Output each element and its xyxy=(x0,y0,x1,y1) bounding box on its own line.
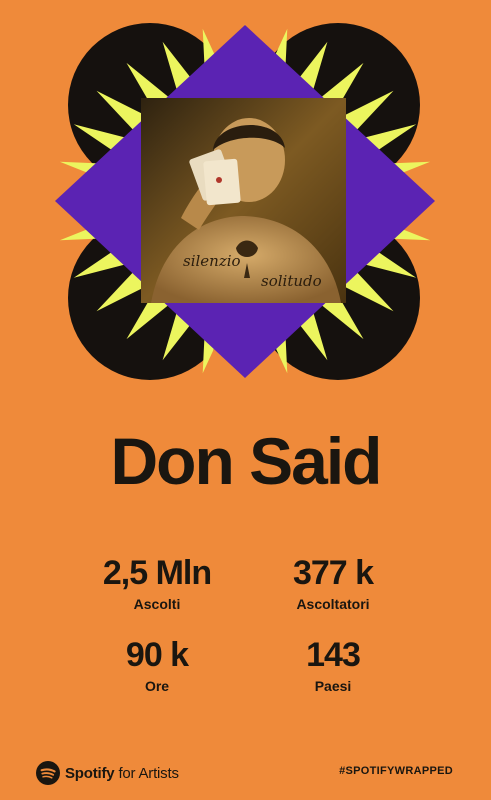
artist-name: Don Said xyxy=(110,424,382,498)
hashtag: #SPOTIFYWRAPPED xyxy=(339,765,453,777)
stat-label: Paesi xyxy=(314,678,352,694)
brand-suffix: for Artists xyxy=(118,764,179,782)
stat-listeners: 377 k Ascoltatori xyxy=(233,553,433,613)
wrapped-card: silenzio solitudo Don Said 2,5 Mln Ascol… xyxy=(0,0,491,800)
svg-text:silenzio: silenzio xyxy=(183,252,241,270)
stat-label: Ore xyxy=(144,678,170,694)
spotify-logo-icon xyxy=(36,761,60,785)
stat-streams: 2,5 Mln Ascolti xyxy=(57,553,257,613)
stat-value: 377 k xyxy=(292,554,374,592)
brand-name: Spotify xyxy=(65,764,115,782)
svg-text:solitudo: solitudo xyxy=(261,272,322,290)
stat-hours: 90 k Ore xyxy=(57,635,257,695)
stat-label: Ascoltatori xyxy=(296,596,370,612)
stat-countries: 143 Paesi xyxy=(233,635,433,695)
stat-value: 90 k xyxy=(125,636,189,674)
spotify-for-artists-brand: Spotify for Artists xyxy=(36,760,179,786)
artist-photo: silenzio solitudo xyxy=(141,98,346,303)
stat-value: 2,5 Mln xyxy=(102,554,212,592)
stat-label: Ascolti xyxy=(133,596,181,612)
stat-value: 143 xyxy=(306,636,361,674)
